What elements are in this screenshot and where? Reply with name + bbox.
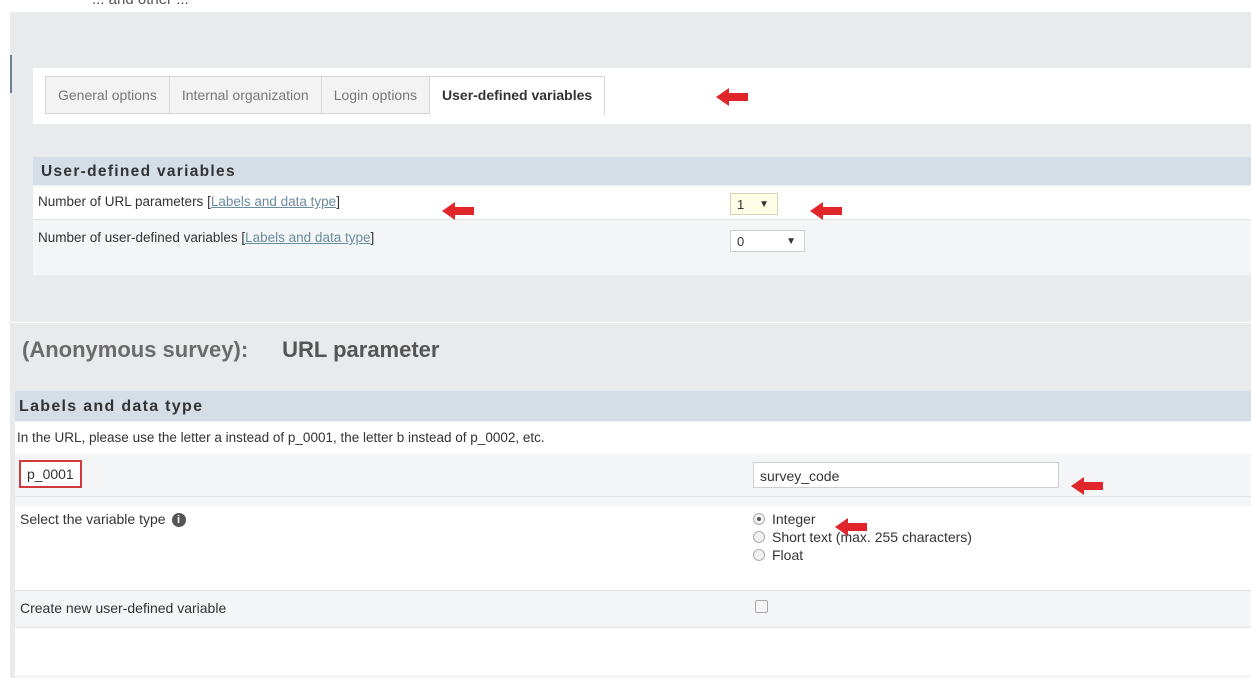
user-variables-row: Number of user-defined variables [Labels… [33, 220, 1251, 262]
variable-name-highlight: p_0001 [19, 460, 82, 488]
radio-button[interactable] [753, 531, 765, 543]
url-parameters-row: Number of URL parameters [Labels and dat… [33, 187, 1251, 220]
variable-type-row: Select the variable type i Integer Short … [15, 506, 1251, 591]
red-arrow-icon [442, 202, 474, 220]
new-variable-row: Create new user-defined variable [15, 591, 1251, 628]
variable-type-text: Select the variable type [20, 511, 166, 527]
page-title-survey: (Anonymous survey): [22, 337, 249, 362]
top-cut-text: ... and other ... [92, 0, 189, 8]
page-title: (Anonymous survey): URL parameter [22, 337, 439, 363]
tab-internal-organization[interactable]: Internal organization [168, 76, 322, 114]
tab-user-defined-variables[interactable]: User-defined variables [429, 76, 606, 115]
red-arrow-icon [810, 202, 842, 220]
radio-button[interactable] [753, 549, 765, 561]
url-parameters-select[interactable]: 1 ▼ [730, 193, 778, 215]
user-variables-text: Number of user-defined variables [38, 230, 238, 245]
radio-label: Short text (max. 255 characters) [772, 529, 972, 545]
page-title-url-parameter: URL parameter [282, 337, 440, 362]
section-header: User-defined variables [33, 157, 1251, 185]
variable-row: p_0001 survey_code [15, 454, 1251, 497]
tab-general-options[interactable]: General options [45, 76, 170, 114]
red-arrow-icon [1071, 477, 1103, 495]
url-note: In the URL, please use the letter a inst… [15, 422, 1251, 454]
red-arrow-icon [835, 518, 867, 536]
user-variables-label: Number of user-defined variables [Labels… [38, 230, 375, 245]
section-title: User-defined variables [41, 163, 236, 180]
url-parameters-value: 1 [737, 197, 745, 212]
user-variables-value: 0 [737, 234, 745, 249]
radio-float[interactable]: Float [753, 546, 972, 564]
radio-label: Integer [772, 511, 816, 527]
tab-strip: General options Internal organization Lo… [45, 76, 606, 115]
caret-down-icon: ▼ [759, 199, 769, 210]
url-parameters-text: Number of URL parameters [38, 194, 204, 209]
url-parameters-link[interactable]: Labels and data type [211, 194, 336, 209]
tab-login-options[interactable]: Login options [320, 76, 431, 114]
section-header: Labels and data type [15, 391, 1251, 421]
red-arrow-icon [716, 88, 748, 106]
info-icon[interactable]: i [171, 513, 186, 528]
user-variables-link[interactable]: Labels and data type [245, 230, 370, 245]
top-cut-text-area: ... and other ... [0, 0, 1251, 12]
url-parameters-label: Number of URL parameters [Labels and dat… [38, 194, 340, 209]
section-title: Labels and data type [19, 398, 204, 415]
variable-label-input[interactable]: survey_code [753, 462, 1059, 488]
empty-row [15, 628, 1251, 675]
variable-type-label: Select the variable type i [20, 511, 186, 528]
new-variable-checkbox[interactable] [755, 600, 768, 613]
user-defined-variables-section: User-defined variables Number of URL par… [33, 157, 1251, 275]
tabs-area: General options Internal organization Lo… [33, 68, 1251, 124]
labels-and-data-type-section: Labels and data type In the URL, please … [15, 391, 1251, 678]
radio-button[interactable] [753, 513, 765, 525]
user-variables-select[interactable]: 0 ▼ [730, 230, 805, 252]
caret-down-icon: ▼ [786, 236, 796, 247]
url-note-text: In the URL, please use the letter a inst… [17, 430, 545, 445]
left-accent-bar [10, 55, 12, 93]
new-variable-label: Create new user-defined variable [20, 600, 227, 616]
radio-label: Float [772, 547, 804, 563]
